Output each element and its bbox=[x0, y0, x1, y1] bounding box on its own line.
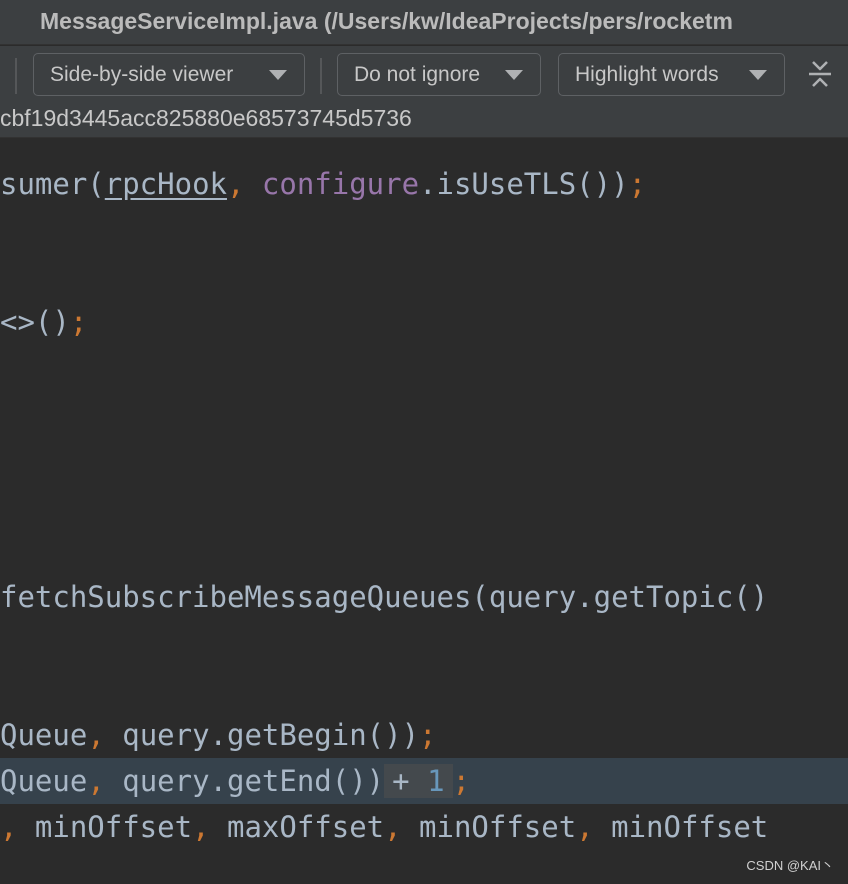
viewer-mode-dropdown[interactable]: Side-by-side viewer bbox=[33, 53, 305, 96]
code-line: fetchSubscribeMessageQueues(query.getTop… bbox=[0, 580, 769, 614]
toolbar-separator bbox=[15, 58, 17, 94]
revision-hash: cbf19d3445acc825880e68573745d5736 bbox=[0, 105, 412, 131]
window-title: MessageServiceImpl.java (/Users/kw/IdeaP… bbox=[40, 8, 733, 34]
diff-editor-pane[interactable]: sumer(rpcHook, configure.isUseTLS()); <>… bbox=[0, 138, 848, 884]
revision-bar: cbf19d3445acc825880e68573745d5736 bbox=[0, 102, 848, 138]
chevron-down-icon bbox=[505, 70, 523, 80]
diff-toolbar: Side-by-side viewer Do not ignore Highli… bbox=[0, 46, 848, 102]
field-configure: configure bbox=[261, 167, 420, 201]
whitespace-mode-label: Do not ignore bbox=[354, 62, 481, 86]
watermark: CSDN @KAI丶 bbox=[746, 858, 834, 873]
collapse-unchanged-button[interactable] bbox=[806, 58, 834, 90]
chevron-down-icon bbox=[749, 70, 767, 80]
inserted-fragment: + 1 bbox=[384, 764, 453, 798]
whitespace-mode-dropdown[interactable]: Do not ignore bbox=[337, 53, 541, 96]
viewer-mode-label: Side-by-side viewer bbox=[50, 62, 234, 86]
collapse-unchanged-icon bbox=[809, 61, 831, 87]
code-line: sumer(rpcHook, configure.isUseTLS()); bbox=[0, 167, 647, 201]
toolbar-separator bbox=[320, 58, 322, 94]
changed-code-line: Queue, query.getEnd()) + 1; bbox=[0, 758, 848, 804]
chevron-down-icon bbox=[269, 70, 287, 80]
window-title-bar: MessageServiceImpl.java (/Users/kw/IdeaP… bbox=[0, 0, 848, 45]
parameter-rpchook: rpcHook bbox=[104, 167, 227, 201]
code-line: , minOffset, maxOffset, minOffset, minOf… bbox=[0, 810, 769, 844]
highlight-mode-dropdown[interactable]: Highlight words bbox=[558, 53, 785, 96]
highlight-mode-label: Highlight words bbox=[575, 62, 719, 86]
code-line: <>(); bbox=[0, 305, 88, 339]
code-line: Queue, query.getBegin()); bbox=[0, 718, 437, 752]
